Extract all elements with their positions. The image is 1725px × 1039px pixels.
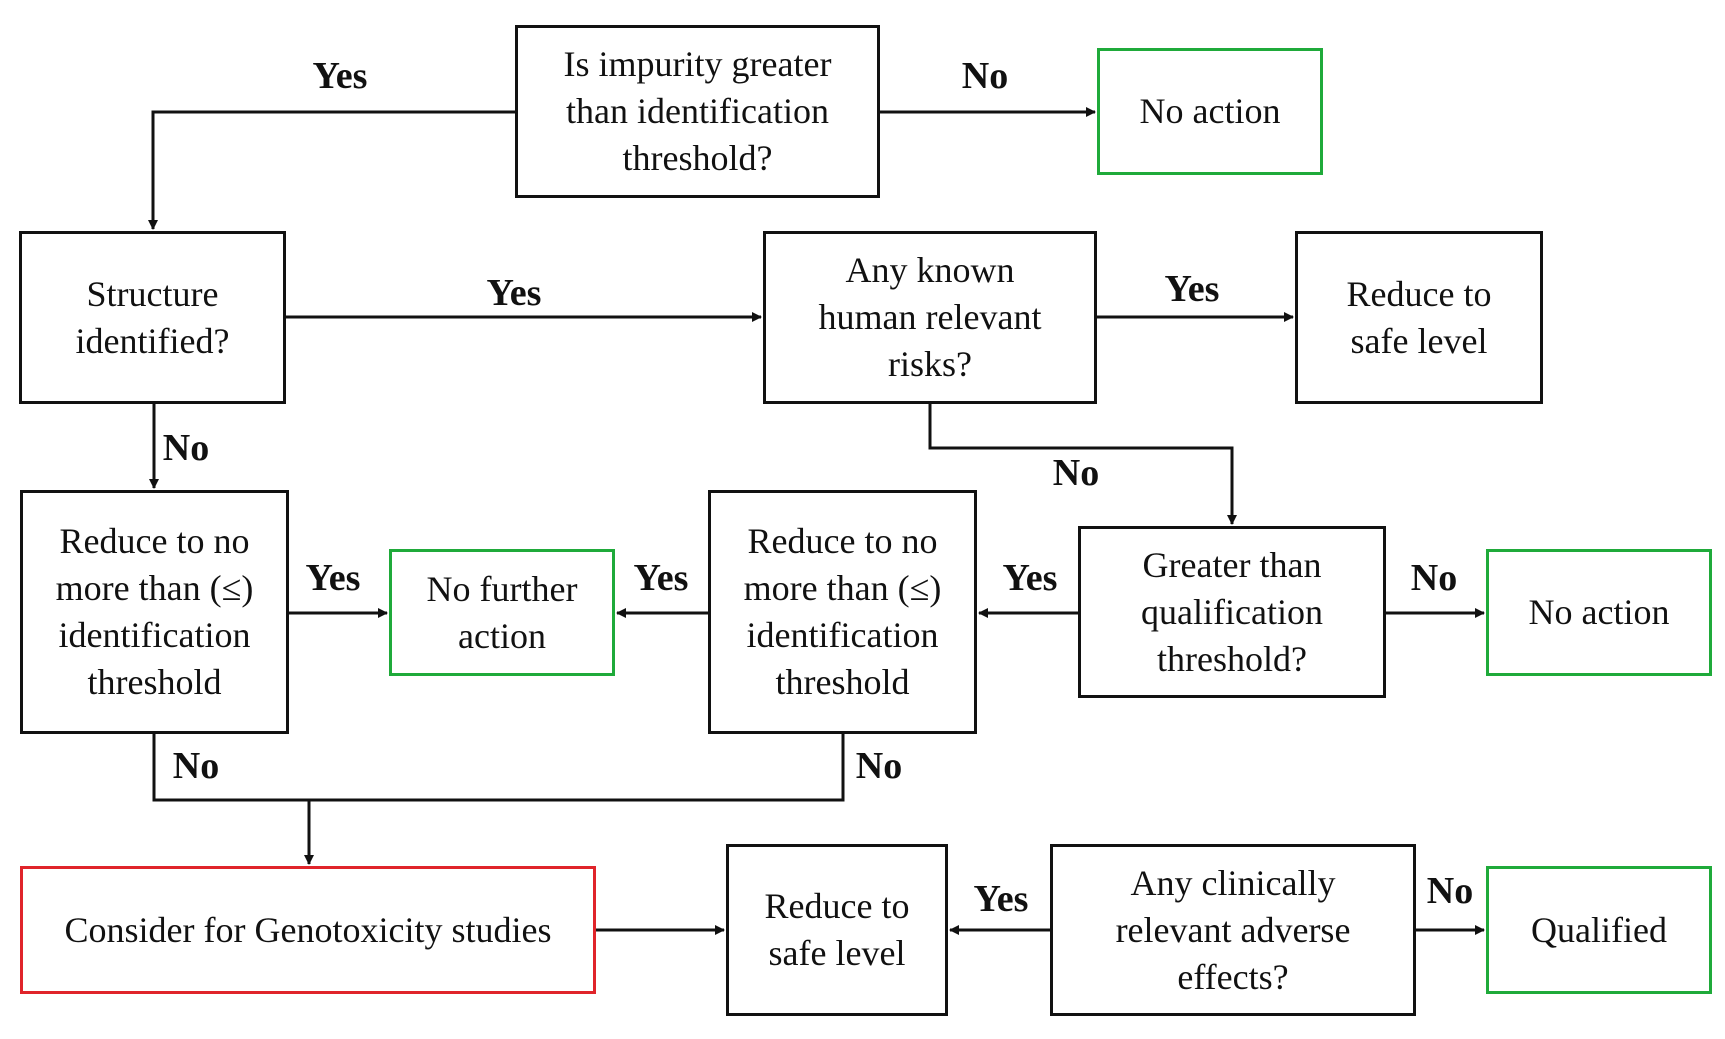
node-clinical-effects: Any clinically relevant adverse effects?: [1050, 844, 1416, 1016]
node-identification-threshold: Is impurity greater than identification …: [515, 25, 880, 198]
label-clin-no: No: [1426, 870, 1474, 912]
label-risk-no: No: [1052, 452, 1100, 494]
label-qual-yes: Yes: [1002, 557, 1058, 599]
node-no-action-right: No action: [1486, 549, 1712, 676]
label-risk-yes: Yes: [1164, 268, 1220, 310]
node-no-action-top: No action: [1097, 48, 1323, 175]
flowchart: Is impurity greater than identification …: [0, 0, 1725, 1039]
label-clin-yes: Yes: [973, 878, 1029, 920]
node-structure-identified: Structure identified?: [19, 231, 286, 404]
node-reduce-mid: Reduce to no more than (≤) identificatio…: [708, 490, 977, 734]
node-no-further-action: No further action: [389, 549, 615, 676]
label-id-no: No: [961, 55, 1009, 97]
label-mid-no: No: [855, 745, 903, 787]
label-struct-yes: Yes: [486, 272, 542, 314]
label-qual-no: No: [1410, 557, 1458, 599]
label-id-yes: Yes: [312, 55, 368, 97]
edge-id-yes: [148, 110, 515, 230]
node-genotoxicity: Consider for Genotoxicity studies: [20, 866, 596, 994]
label-struct-no: No: [162, 427, 210, 469]
node-qualified: Qualified: [1486, 866, 1712, 994]
node-reduce-safe-bottom: Reduce to safe level: [726, 844, 948, 1016]
node-qualification-threshold: Greater than qualification threshold?: [1078, 526, 1386, 698]
node-reduce-left: Reduce to no more than (≤) identificatio…: [20, 490, 289, 734]
label-mid-yes: Yes: [633, 557, 689, 599]
node-reduce-safe-top: Reduce to safe level: [1295, 231, 1543, 404]
label-left-no: No: [172, 745, 220, 787]
node-human-risks: Any known human relevant risks?: [763, 231, 1097, 404]
edge-left-no: [152, 734, 845, 802]
label-left-yes: Yes: [305, 557, 361, 599]
